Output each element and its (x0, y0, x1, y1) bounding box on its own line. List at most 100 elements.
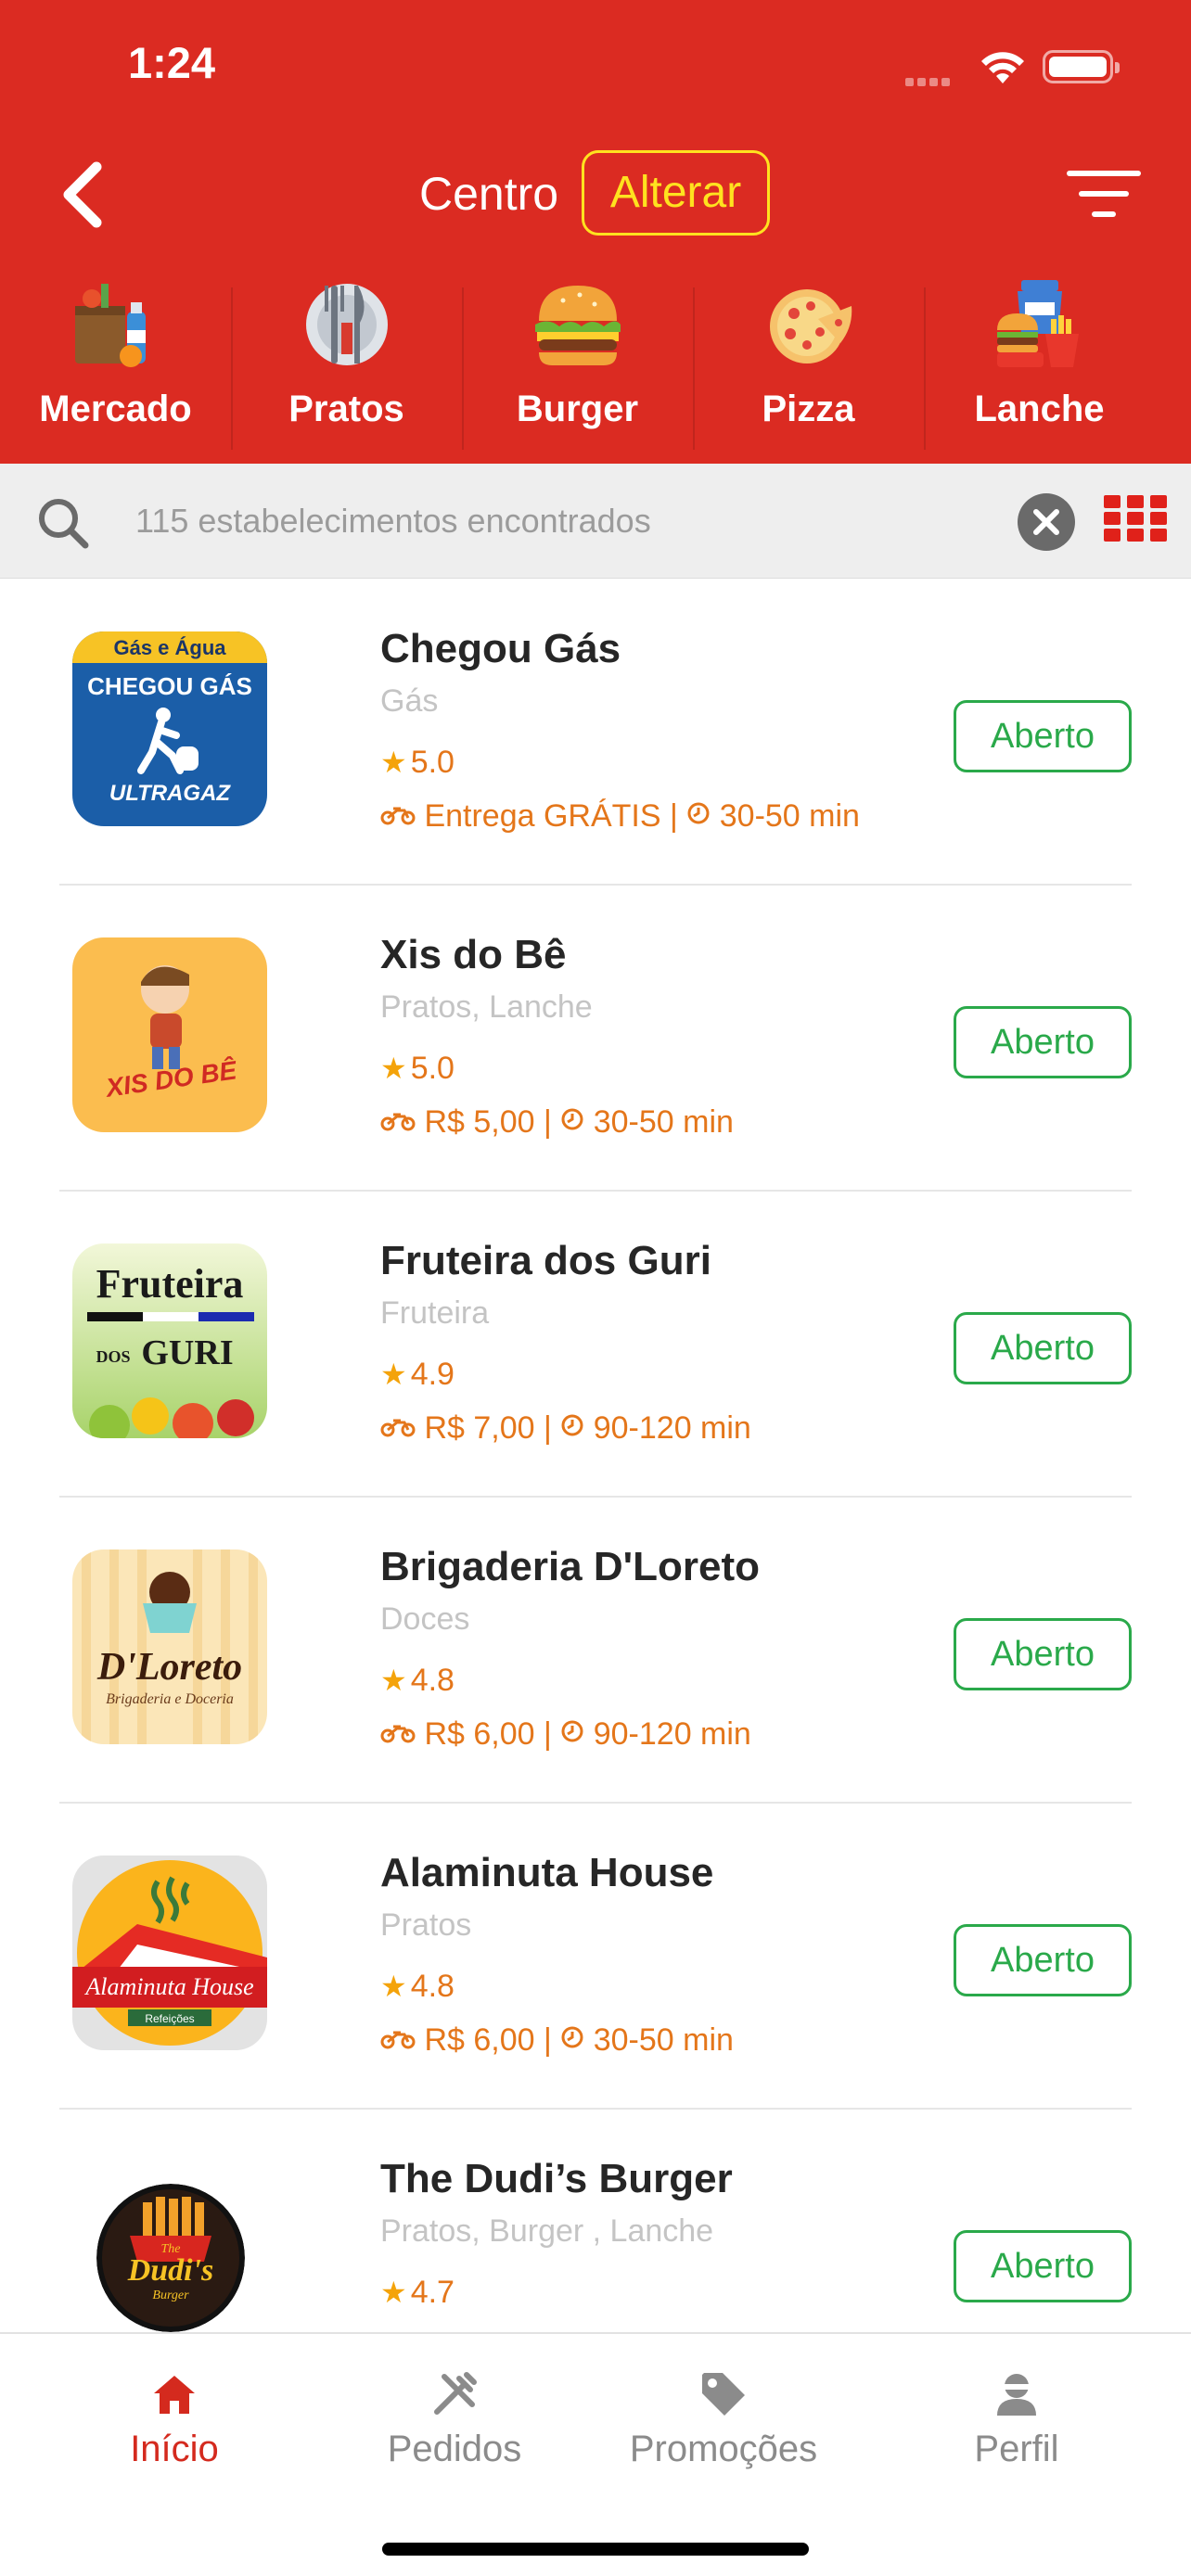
app-header: 1:24 Centro Alterar Mercado Pratos Burge… (0, 0, 1191, 464)
filter-button[interactable] (1067, 159, 1141, 228)
search-bar (0, 464, 1191, 579)
open-status-button[interactable]: Aberto (954, 1312, 1132, 1384)
tab-label: Início (130, 2429, 219, 2469)
category-mercado[interactable]: Mercado (0, 278, 231, 436)
store-name: Brigaderia D'Loreto (380, 1544, 760, 1589)
store-card[interactable]: XIS DO BÊ Xis do Bê Pratos, Lanche ★ 5.0 … (0, 886, 1191, 1192)
delivery-time: 90-120 min (593, 1716, 751, 1752)
store-card[interactable]: D'Loreto Brigaderia e Doceria Brigaderia… (0, 1498, 1191, 1804)
star-icon: ★ (380, 1358, 407, 1391)
clock-icon (686, 797, 711, 834)
logo-main-text: CHEGOU GÁS (87, 672, 252, 700)
store-logo: Gás e Água CHEGOU GÁS ULTRAGAZ (72, 631, 267, 826)
delivery-time: 90-120 min (593, 1410, 751, 1446)
category-divider (462, 287, 464, 450)
logo-line1-text: Fruteira (96, 1261, 244, 1307)
open-status-button[interactable]: Aberto (954, 700, 1132, 772)
motorcycle-icon (380, 1715, 416, 1752)
logo-main-text: D'Loreto (96, 1646, 242, 1689)
delivery-fee: Entrega GRÁTIS (424, 798, 661, 834)
bottom-tab-bar: Início Pedidos Promoções Perfil (0, 2332, 1191, 2576)
clock-icon (560, 1409, 584, 1446)
logo-main-text: Alaminuta House (83, 1973, 253, 2000)
wifi-icon (978, 48, 1028, 90)
store-card[interactable]: Gás e Água CHEGOU GÁS ULTRAGAZ Chegou Gá… (0, 580, 1191, 886)
open-status-button[interactable]: Aberto (954, 1618, 1132, 1690)
change-location-button[interactable]: Alterar (582, 150, 770, 236)
category-bar: Mercado Pratos Burger Pizza Lanche (0, 278, 1191, 464)
store-name: Xis do Bê (380, 932, 567, 977)
store-logo: The Dudi's Burger (96, 2184, 245, 2332)
chevron-left-icon (63, 161, 102, 228)
tab-promocoes[interactable]: Promoções (612, 2334, 835, 2519)
store-rating: ★ 5.0 (380, 1051, 455, 1087)
category-burger[interactable]: Burger (462, 278, 693, 450)
store-logo: XIS DO BÊ (72, 937, 267, 1132)
rating-value: 4.8 (410, 1663, 455, 1698)
open-status-button[interactable]: Aberto (954, 2230, 1132, 2302)
store-delivery-info: R$ 7,00 | 90-120 min (380, 1410, 751, 1448)
tab-inicio[interactable]: Início (82, 2334, 267, 2519)
store-category: Doces (380, 1601, 470, 1637)
store-card[interactable]: The Dudi's Burger The Dudi’s Burger Prat… (0, 2110, 1191, 2332)
tab-pedidos[interactable]: Pedidos (362, 2334, 547, 2519)
tab-label: Perfil (974, 2429, 1059, 2469)
search-input[interactable] (135, 491, 970, 551)
delivery-fee: R$ 6,00 (424, 2022, 535, 2058)
store-rating: ★ 4.8 (380, 1663, 455, 1699)
category-label: Pizza (762, 389, 855, 429)
logo-sub-text: Refeições (145, 2012, 194, 2025)
store-delivery-info: R$ 6,00 | 30-50 min (380, 2022, 734, 2060)
cutlery-icon (362, 2362, 547, 2427)
logo-sub-text: Brigaderia e Doceria (106, 1691, 234, 1707)
close-icon (1033, 509, 1059, 535)
star-icon: ★ (380, 1664, 407, 1697)
category-pizza[interactable]: Pizza (693, 278, 924, 450)
back-button[interactable] (56, 159, 111, 230)
plate-cutlery-icon (301, 284, 393, 375)
store-category: Gás (380, 683, 439, 719)
delivery-fee: R$ 5,00 (424, 1104, 535, 1140)
store-card[interactable]: Fruteira DOS GURI Fruteira dos Guri Frut… (0, 1192, 1191, 1498)
star-icon: ★ (380, 1052, 407, 1085)
store-logo: Fruteira DOS GURI (72, 1243, 267, 1438)
clear-search-button[interactable] (1018, 493, 1075, 551)
store-name: Alaminuta House (380, 1850, 714, 1895)
tab-perfil[interactable]: Perfil (924, 2334, 1109, 2519)
category-divider (693, 287, 695, 450)
motorcycle-icon (380, 797, 416, 834)
clock-icon (560, 2021, 584, 2058)
category-lanche[interactable]: Lanche (924, 278, 1155, 450)
store-rating: ★ 4.9 (380, 1357, 455, 1393)
star-icon: ★ (380, 746, 407, 779)
delivery-fee: R$ 6,00 (424, 1716, 535, 1752)
rating-value: 5.0 (410, 1051, 455, 1086)
status-bar: 1:24 (0, 0, 1191, 130)
open-status-button[interactable]: Aberto (954, 1006, 1132, 1078)
store-name: The Dudi’s Burger (380, 2156, 733, 2201)
motorcycle-icon (380, 2021, 416, 2058)
store-delivery-info: R$ 5,00 | 30-50 min (380, 1104, 734, 1142)
store-rating: ★ 4.8 (380, 1969, 455, 2005)
star-icon: ★ (380, 2276, 407, 2309)
rating-value: 4.8 (410, 1969, 455, 2004)
home-icon (82, 2362, 267, 2427)
motorcycle-icon (380, 1103, 416, 1140)
store-delivery-info: Entrega GRÁTIS | 30-50 min (380, 798, 860, 836)
store-card[interactable]: Alaminuta House Refeições Alaminuta Hous… (0, 1804, 1191, 2110)
location-city: Centro (419, 168, 559, 220)
home-indicator (382, 2543, 809, 2556)
category-pratos[interactable]: Pratos (231, 278, 462, 450)
delivery-fee: R$ 7,00 (424, 1410, 535, 1446)
store-category: Pratos, Lanche (380, 989, 593, 1025)
category-label: Pratos (288, 389, 404, 429)
delivery-time: 30-50 min (593, 2022, 734, 2058)
clock-icon (560, 1103, 584, 1140)
pizza-icon (762, 289, 855, 375)
category-label: Mercado (39, 389, 192, 429)
open-status-button[interactable]: Aberto (954, 1924, 1132, 1996)
store-delivery-info: R$ 6,00 | 90-120 min (380, 1716, 751, 1754)
grid-view-button[interactable] (1104, 495, 1167, 545)
logo-line2-text: DOS (96, 1347, 130, 1366)
search-icon[interactable] (35, 495, 91, 555)
